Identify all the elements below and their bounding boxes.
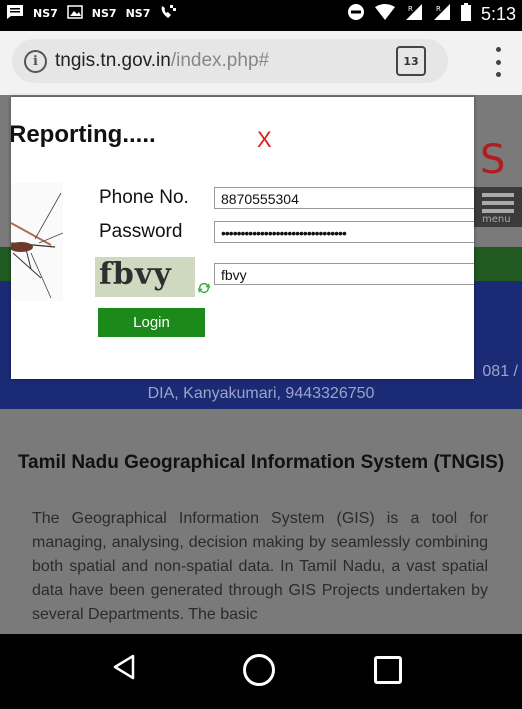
contact-partial: 081 / xyxy=(482,363,518,380)
carrier-label: NS7 xyxy=(33,7,58,20)
image-icon xyxy=(67,5,83,22)
reporting-login-dialog: Reporting..... X Phone No. 8870555304 Pa… xyxy=(11,97,474,379)
tab-switcher-button[interactable]: 13 xyxy=(396,46,426,76)
captcha-input[interactable]: fbvy xyxy=(214,263,474,285)
address-bar[interactable]: i tngis.tn.gov.in/index.php# xyxy=(12,39,448,83)
phone-input[interactable]: 8870555304 xyxy=(214,187,474,209)
recent-apps-icon[interactable] xyxy=(374,656,402,684)
svg-text:R: R xyxy=(408,5,413,13)
battery-icon xyxy=(460,3,471,26)
clock: 5:13 xyxy=(480,4,516,24)
password-label: Password xyxy=(99,221,183,242)
url-text[interactable]: tngis.tn.gov.in/index.php# xyxy=(55,50,269,72)
navigation-bar xyxy=(0,634,522,709)
svg-text:R: R xyxy=(436,5,441,13)
home-icon[interactable] xyxy=(243,654,275,686)
wifi-icon xyxy=(374,3,395,26)
browser-toolbar: i tngis.tn.gov.in/index.php# 13 xyxy=(0,31,522,95)
contact-line: DIA, Kanyakumari, 9443326750 xyxy=(147,385,375,402)
url-path: /index.php# xyxy=(170,50,270,71)
close-button[interactable]: X xyxy=(257,127,272,153)
menu-label: menu xyxy=(482,214,511,225)
intro-paragraph: The Geographical Information System (GIS… xyxy=(32,510,488,623)
status-left: NS7 NS7 NS7 xyxy=(6,4,177,23)
carrier-label: NS7 xyxy=(125,7,151,20)
captcha-text: fbvy xyxy=(99,257,172,292)
dialog-title: Reporting..... xyxy=(11,121,156,148)
password-input[interactable]: •••••••••••••••••••••••••••••••• xyxy=(214,221,474,243)
refresh-captcha-icon[interactable] xyxy=(197,281,211,295)
phone-icon xyxy=(159,4,177,23)
status-bar: NS7 NS7 NS7 R R 5:13 xyxy=(0,0,522,31)
do-not-disturb-icon xyxy=(347,3,365,26)
site-logo-letter: S xyxy=(480,137,506,183)
login-button[interactable]: Login xyxy=(98,308,205,337)
signal-icon: R xyxy=(405,3,423,26)
menu-button[interactable]: menu xyxy=(474,187,522,227)
captcha-image: fbvy xyxy=(95,257,195,297)
more-options-icon[interactable] xyxy=(486,47,510,77)
mosquito-image xyxy=(11,183,64,301)
signal-icon: R xyxy=(433,3,451,26)
section-title: Tamil Nadu Geographical Information Syst… xyxy=(17,452,505,473)
phone-label: Phone No. xyxy=(99,187,189,208)
url-domain: tngis.tn.gov.in xyxy=(55,50,171,71)
carrier-label: NS7 xyxy=(91,7,117,20)
info-icon[interactable]: i xyxy=(24,49,47,73)
back-icon[interactable] xyxy=(112,654,136,684)
message-icon xyxy=(6,4,24,23)
status-right: R R 5:13 xyxy=(347,3,516,26)
